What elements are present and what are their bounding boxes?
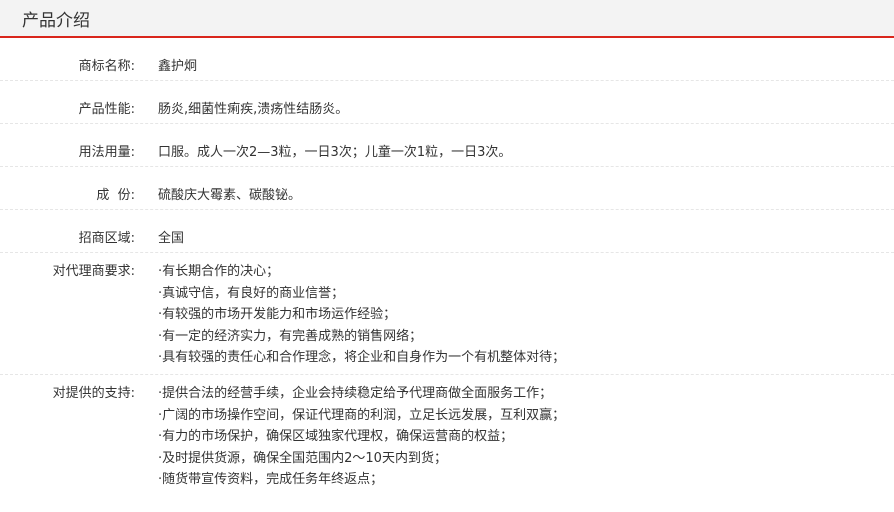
row-support: 对提供的支持: ·提供合法的经营手续，企业会持续稳定给予代理商做全面服务工作； …	[0, 375, 894, 505]
list-item: ·有一定的经济实力，有完善成熟的销售网络；	[158, 328, 423, 344]
section-header: 产品介绍	[0, 0, 894, 38]
performance-value: 肠炎,细菌性痢疾,溃疡性结肠炎。	[158, 102, 349, 117]
row-ingredients: 成 份: 硫酸庆大霉素、碳酸铋。	[0, 167, 894, 210]
list-item: ·随货带宣传资料，完成任务年终返点；	[158, 472, 384, 487]
list-item: ·真诚守信，有良好的商业信誉；	[158, 285, 345, 301]
list-item: ·有长期合作的决心；	[158, 264, 280, 279]
row-region: 招商区域: 全国	[0, 210, 894, 253]
list-item: ·具有较强的责任心和合作理念，将企业和自身作为一个有机整体对待；	[158, 350, 566, 365]
ingredients-label: 成 份:	[96, 188, 135, 203]
list-item: ·有较强的市场开发能力和市场运作经验；	[158, 307, 397, 322]
support-label: 对提供的支持:	[52, 386, 135, 401]
list-item: ·有力的市场保护，确保区域独家代理权，确保运营商的权益；	[158, 429, 514, 444]
row-dosage: 用法用量: 口服。成人一次2—3粒，一日3次；儿童一次1粒，一日3次。	[0, 124, 894, 167]
list-item: ·及时提供货源，确保全国范围内2～10天内到货；	[158, 450, 447, 466]
section-title: 产品介绍	[22, 10, 90, 31]
performance-label: 产品性能:	[78, 102, 135, 117]
ingredients-value: 硫酸庆大霉素、碳酸铋。	[158, 188, 302, 203]
list-item: ·提供合法的经营手续，企业会持续稳定给予代理商做全面服务工作；	[158, 386, 553, 401]
support-list: ·提供合法的经营手续，企业会持续稳定给予代理商做全面服务工作； ·广阔的市场操作…	[135, 375, 894, 505]
dosage-label: 用法用量:	[78, 145, 135, 160]
agent-requirements-label: 对代理商要求:	[52, 264, 135, 279]
list-item: ·广阔的市场操作空间，保证代理商的利润，立足长远发展，互利双赢；	[158, 407, 566, 423]
trademark-label: 商标名称:	[78, 59, 135, 74]
agent-requirements-list: ·有长期合作的决心； ·真诚守信，有良好的商业信誉； ·有较强的市场开发能力和市…	[135, 253, 894, 374]
row-performance: 产品性能: 肠炎,细菌性痢疾,溃疡性结肠炎。	[0, 81, 894, 124]
region-label: 招商区域:	[78, 231, 135, 246]
dosage-value: 口服。成人一次2—3粒，一日3次；儿童一次1粒，一日3次。	[158, 145, 512, 160]
row-agent-requirements: 对代理商要求: ·有长期合作的决心； ·真诚守信，有良好的商业信誉； ·有较强的…	[0, 253, 894, 375]
trademark-value: 鑫护炯	[158, 59, 198, 74]
region-value: 全国	[158, 231, 185, 246]
product-info-table: 商标名称: 鑫护炯 产品性能: 肠炎,细菌性痢疾,溃疡性结肠炎。 用法用量: 口…	[0, 38, 894, 505]
row-trademark: 商标名称: 鑫护炯	[0, 38, 894, 81]
